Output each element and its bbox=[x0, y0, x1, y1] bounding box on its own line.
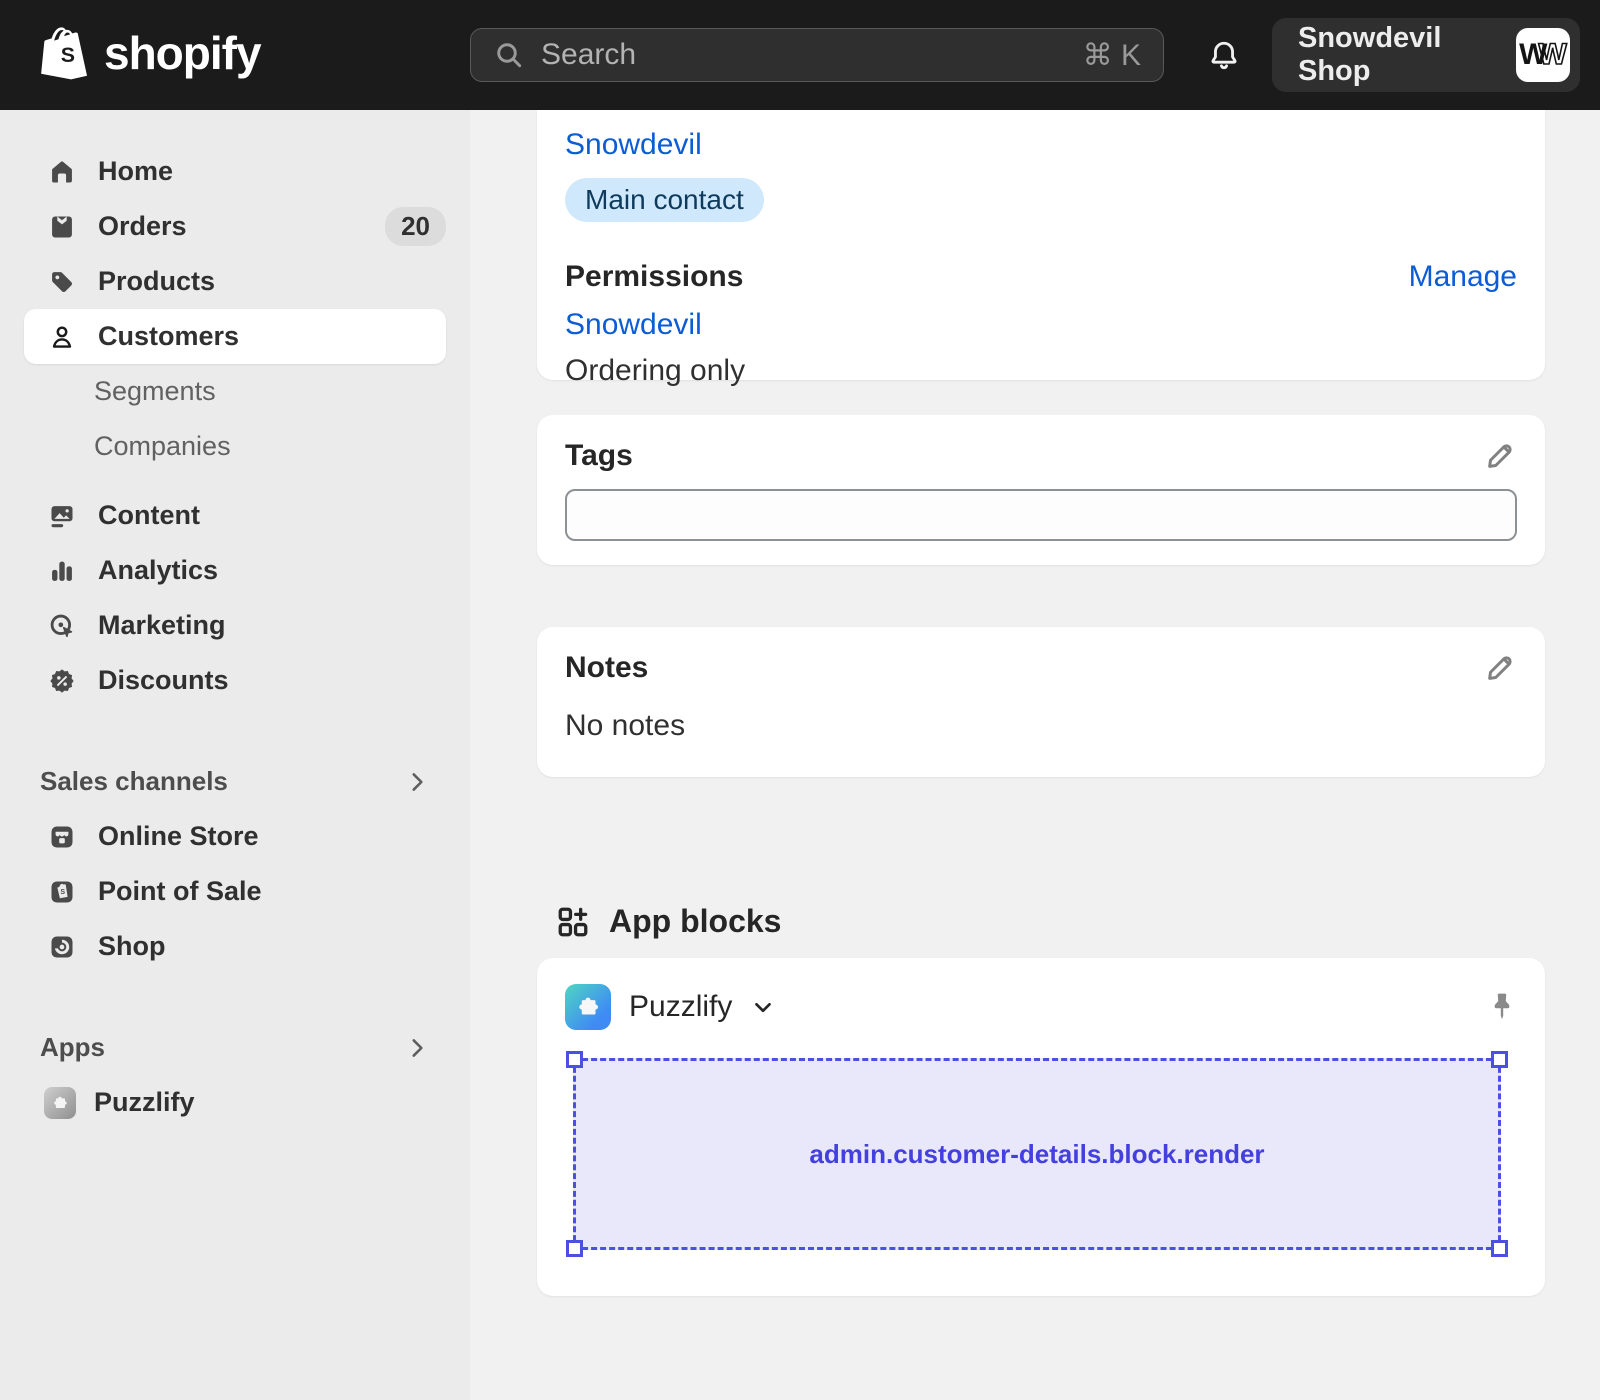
search-icon bbox=[493, 39, 525, 71]
app-block-app-name: Puzzlify bbox=[629, 990, 732, 1024]
sidebar-item-label: Companies bbox=[94, 431, 231, 462]
orders-icon bbox=[48, 213, 76, 241]
app-blocks-title: App blocks bbox=[609, 903, 781, 940]
sidebar-item-label: Customers bbox=[98, 321, 239, 352]
products-icon bbox=[48, 268, 76, 296]
sidebar-item-point-of-sale[interactable]: S Point of Sale bbox=[0, 864, 470, 919]
permission-level-text: Ordering only bbox=[565, 354, 1517, 388]
marketing-icon bbox=[48, 612, 76, 640]
search-input[interactable]: Search ⌘ K bbox=[470, 28, 1164, 82]
discounts-icon bbox=[48, 667, 76, 695]
tags-input[interactable] bbox=[565, 489, 1517, 541]
chevron-down-icon[interactable] bbox=[750, 994, 776, 1020]
sidebar-item-label: Orders bbox=[98, 211, 187, 242]
sidebar-item-content[interactable]: Content bbox=[0, 488, 470, 543]
svg-text:S: S bbox=[60, 888, 65, 895]
shop-menu-button[interactable]: Snowdevil Shop WW bbox=[1272, 18, 1580, 92]
app-blocks-icon bbox=[555, 904, 591, 940]
sidebar-item-discounts[interactable]: Discounts bbox=[0, 653, 470, 708]
sidebar-item-label: Online Store bbox=[98, 821, 259, 852]
shop-channel-icon bbox=[48, 933, 76, 961]
notifications-button[interactable] bbox=[1206, 38, 1242, 74]
pencil-icon bbox=[1483, 651, 1517, 685]
shopify-bag-icon: S bbox=[40, 22, 94, 84]
sidebar-item-label: Segments bbox=[94, 376, 216, 407]
contact-permissions-card: Snowdevil Main contact Permissions Manag… bbox=[537, 110, 1545, 380]
shop-name: Snowdevil Shop bbox=[1298, 22, 1516, 88]
app-blocks-header: App blocks bbox=[555, 903, 1600, 940]
sidebar-item-shop[interactable]: Shop bbox=[0, 919, 470, 974]
notes-card: Notes No notes bbox=[537, 627, 1545, 777]
shopify-wordmark: shopify bbox=[104, 26, 261, 80]
shopify-logo[interactable]: S shopify bbox=[40, 22, 261, 84]
sidebar-item-label: Shop bbox=[98, 931, 166, 962]
sidebar-item-analytics[interactable]: Analytics bbox=[0, 543, 470, 598]
location-link[interactable]: Snowdevil bbox=[565, 308, 702, 342]
sidebar-item-label: Analytics bbox=[98, 555, 218, 586]
sidebar-item-label: Home bbox=[98, 156, 173, 187]
tags-title: Tags bbox=[565, 439, 633, 473]
point-of-sale-icon: S bbox=[48, 878, 76, 906]
sidebar: Home Orders 20 Products Customers Segmen… bbox=[0, 110, 470, 1400]
svg-text:S: S bbox=[61, 43, 75, 67]
permissions-title: Permissions bbox=[565, 260, 743, 294]
sidebar-item-companies[interactable]: Companies bbox=[0, 419, 470, 474]
orders-count-badge: 20 bbox=[385, 207, 446, 246]
sidebar-item-label: Point of Sale bbox=[98, 876, 262, 907]
edit-tags-button[interactable] bbox=[1483, 439, 1517, 473]
sidebar-item-marketing[interactable]: Marketing bbox=[0, 598, 470, 653]
sidebar-item-label: Discounts bbox=[98, 665, 229, 696]
sidebar-item-orders[interactable]: Orders 20 bbox=[0, 199, 470, 254]
sidebar-item-home[interactable]: Home bbox=[0, 144, 470, 199]
search-shortcut: ⌘ K bbox=[1083, 38, 1141, 73]
search-placeholder: Search bbox=[541, 38, 1067, 72]
notes-empty-text: No notes bbox=[565, 709, 1517, 743]
sidebar-item-online-store[interactable]: Online Store bbox=[0, 809, 470, 864]
main-content: Snowdevil Main contact Permissions Manag… bbox=[470, 110, 1600, 1400]
manage-permissions-link[interactable]: Manage bbox=[1409, 260, 1517, 294]
pencil-icon bbox=[1483, 439, 1517, 473]
puzzlify-app-icon bbox=[565, 984, 611, 1030]
home-icon bbox=[48, 158, 76, 186]
online-store-icon bbox=[48, 823, 76, 851]
sidebar-item-puzzlify[interactable]: Puzzlify bbox=[0, 1075, 470, 1130]
app-block-render-target[interactable]: admin.customer-details.block.render bbox=[573, 1058, 1501, 1250]
topbar: S shopify Search ⌘ K Snowdevil Shop WW bbox=[0, 0, 1600, 110]
selection-handle[interactable] bbox=[566, 1051, 583, 1068]
tags-card: Tags bbox=[537, 415, 1545, 565]
sidebar-item-label: Products bbox=[98, 266, 215, 297]
selection-handle[interactable] bbox=[1491, 1051, 1508, 1068]
sidebar-item-label: Marketing bbox=[98, 610, 226, 641]
puzzlify-app-icon bbox=[44, 1087, 76, 1119]
pin-button[interactable] bbox=[1487, 990, 1517, 1024]
company-link[interactable]: Snowdevil bbox=[565, 128, 702, 162]
sidebar-item-products[interactable]: Products bbox=[0, 254, 470, 309]
sidebar-item-customers[interactable]: Customers bbox=[24, 309, 446, 364]
apps-header[interactable]: Apps bbox=[0, 1020, 470, 1075]
content-icon bbox=[48, 502, 76, 530]
main-contact-badge: Main contact bbox=[565, 178, 764, 222]
sales-channels-header[interactable]: Sales channels bbox=[0, 754, 470, 809]
selection-handle[interactable] bbox=[1491, 1240, 1508, 1257]
notes-title: Notes bbox=[565, 651, 648, 685]
chevron-right-icon bbox=[404, 1035, 430, 1061]
sidebar-item-label: Content bbox=[98, 500, 200, 531]
pin-icon bbox=[1487, 990, 1517, 1024]
sidebar-item-label: Puzzlify bbox=[94, 1087, 195, 1118]
shop-avatar: WW bbox=[1516, 28, 1570, 82]
bell-icon bbox=[1206, 38, 1242, 74]
chevron-right-icon bbox=[404, 769, 430, 795]
sidebar-item-segments[interactable]: Segments bbox=[0, 364, 470, 419]
edit-notes-button[interactable] bbox=[1483, 651, 1517, 685]
analytics-icon bbox=[48, 557, 76, 585]
customers-icon bbox=[48, 323, 76, 351]
render-target-label: admin.customer-details.block.render bbox=[809, 1139, 1264, 1170]
selection-handle[interactable] bbox=[566, 1240, 583, 1257]
app-block-card: Puzzlify admin.customer-details.block.re… bbox=[537, 958, 1545, 1296]
